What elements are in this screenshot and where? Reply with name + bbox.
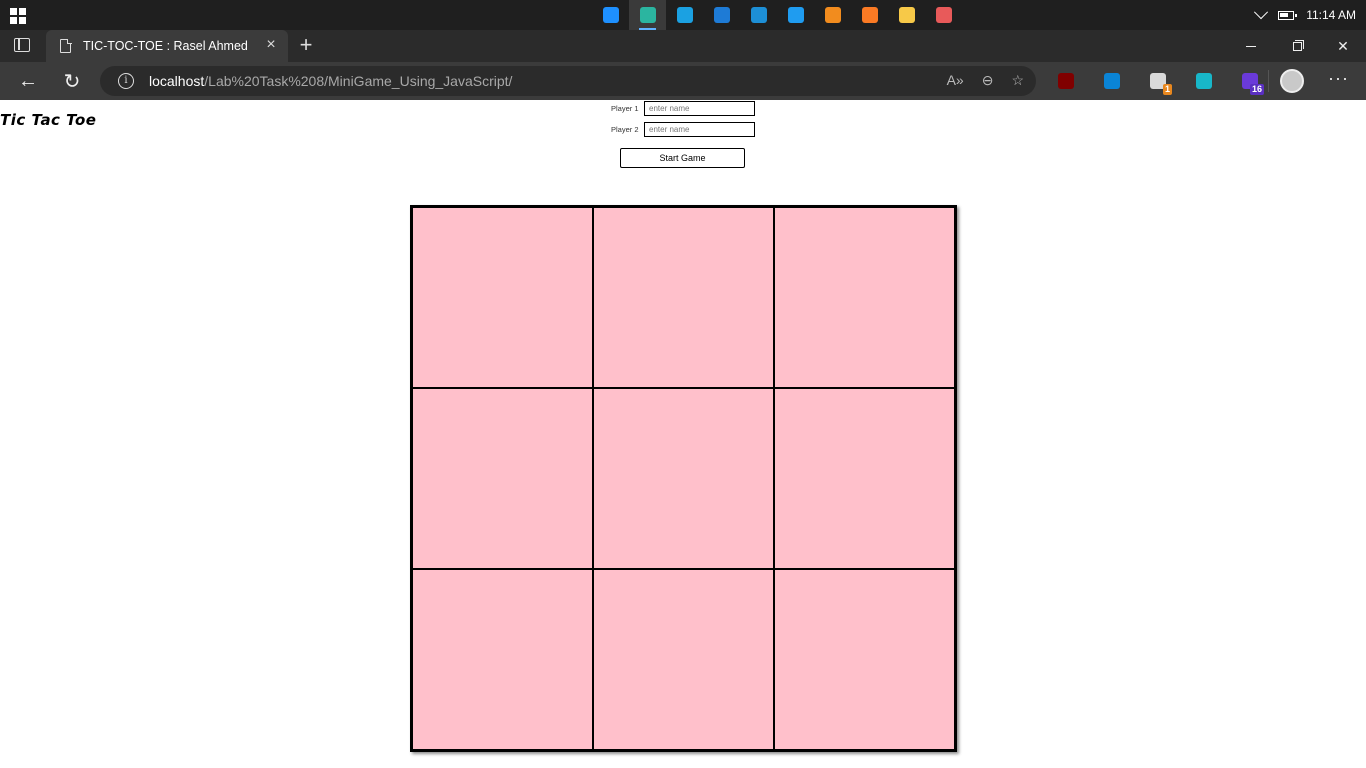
battery-icon[interactable] bbox=[1278, 10, 1298, 20]
url-host: localhost bbox=[149, 73, 205, 89]
board-cell-2[interactable] bbox=[593, 207, 774, 388]
browser-tab[interactable]: TIC-TOC-TOE : Rasel Ahmed × bbox=[46, 30, 288, 62]
board-cell-5[interactable] bbox=[593, 388, 774, 569]
board-cell-1[interactable] bbox=[412, 207, 593, 388]
extension-button-extension-badge[interactable]: 1 bbox=[1146, 69, 1172, 95]
address-bar[interactable]: i localhost/Lab%20Task%208/MiniGame_Usin… bbox=[100, 66, 1036, 96]
extension-button-quick-share[interactable] bbox=[1192, 69, 1216, 93]
add-favorite-icon[interactable]: ☆ bbox=[1011, 72, 1024, 89]
extension-badge: 1 bbox=[1162, 84, 1172, 95]
board-cell-9[interactable] bbox=[774, 569, 955, 750]
player1-label: Player 1 bbox=[611, 104, 639, 113]
taskbar-app-paint[interactable] bbox=[925, 0, 962, 30]
close-tab-icon[interactable]: × bbox=[264, 37, 278, 53]
ublock-origin-icon bbox=[1058, 73, 1074, 89]
window-controls: ✕ bbox=[1228, 30, 1366, 62]
taskbar-app-xampp[interactable] bbox=[851, 0, 888, 30]
new-tab-icon[interactable]: + bbox=[296, 34, 316, 56]
back-button[interactable]: ← bbox=[16, 69, 40, 93]
board-cell-7[interactable] bbox=[412, 569, 593, 750]
tab-actions-icon[interactable] bbox=[14, 38, 30, 52]
taskbar-app-camera[interactable] bbox=[740, 0, 777, 30]
player2-label: Player 2 bbox=[611, 125, 639, 134]
close-icon: ✕ bbox=[1337, 37, 1349, 54]
toolbar-divider bbox=[1268, 70, 1269, 92]
profile-avatar[interactable] bbox=[1280, 69, 1304, 93]
taskbar-app-task-view[interactable] bbox=[592, 0, 629, 30]
refresh-icon: ↻ bbox=[63, 70, 81, 93]
more-options-icon[interactable]: ··· bbox=[1328, 68, 1349, 89]
extension-badge: 16 bbox=[1249, 84, 1264, 95]
tab-title: TIC-TOC-TOE : Rasel Ahmed bbox=[83, 39, 248, 53]
sublime-text-icon bbox=[824, 7, 841, 23]
board-cell-6[interactable] bbox=[774, 388, 955, 569]
read-aloud-icon[interactable]: A» bbox=[947, 72, 964, 89]
page-title: Tic Tac Toe bbox=[0, 111, 97, 129]
tic-tac-toe-board bbox=[410, 205, 957, 752]
board-cell-3[interactable] bbox=[774, 207, 955, 388]
windows-taskbar: 11:14 AM bbox=[0, 0, 1366, 30]
back-arrow-icon: ← bbox=[18, 69, 38, 92]
refresh-button[interactable]: ↻ bbox=[60, 69, 84, 93]
clock[interactable]: 11:14 AM bbox=[1306, 8, 1356, 22]
taskbar-app-vscode[interactable] bbox=[777, 0, 814, 30]
taskbar-app-remote-desktop[interactable] bbox=[703, 0, 740, 30]
extension-button-purple-extension[interactable]: 16 bbox=[1238, 69, 1264, 95]
player2-name-input[interactable] bbox=[644, 122, 755, 137]
quick-assist-icon bbox=[676, 7, 693, 23]
file-explorer-icon bbox=[898, 7, 915, 23]
extension-button-ublock-origin[interactable] bbox=[1054, 69, 1078, 93]
edge-icon bbox=[639, 7, 656, 23]
extensions-bar: 1 16 bbox=[1054, 69, 1264, 95]
player2-row: Player 2 bbox=[611, 122, 755, 137]
zoom-out-icon[interactable]: ⊖ bbox=[982, 72, 994, 89]
xampp-icon bbox=[861, 7, 878, 23]
quick-share-icon bbox=[1196, 73, 1212, 89]
tab-strip: TIC-TOC-TOE : Rasel Ahmed × + ✕ bbox=[0, 30, 1366, 62]
player1-name-input[interactable] bbox=[644, 101, 755, 116]
close-window-button[interactable]: ✕ bbox=[1320, 30, 1366, 62]
page-content: Tic Tac Toe Player 1 Player 2 Start Game bbox=[0, 100, 1366, 768]
board-cell-8[interactable] bbox=[593, 569, 774, 750]
system-tray: 11:14 AM bbox=[1254, 0, 1356, 30]
board-cell-4[interactable] bbox=[412, 388, 593, 569]
minimize-button[interactable] bbox=[1228, 30, 1274, 62]
start-game-button[interactable]: Start Game bbox=[620, 148, 745, 168]
taskbar-app-sublime-text[interactable] bbox=[814, 0, 851, 30]
task-view-icon bbox=[602, 7, 619, 23]
extension-button-skype-s[interactable] bbox=[1100, 69, 1124, 93]
minimize-icon bbox=[1246, 45, 1256, 47]
skype-s-icon bbox=[1104, 73, 1120, 89]
player1-row: Player 1 bbox=[611, 101, 755, 116]
taskbar-apps bbox=[592, 0, 962, 30]
paint-icon bbox=[935, 7, 952, 23]
browser-toolbar: ← ↻ i localhost/Lab%20Task%208/MiniGame_… bbox=[0, 62, 1366, 100]
taskbar-app-quick-assist[interactable] bbox=[666, 0, 703, 30]
chevron-up-icon[interactable] bbox=[1254, 5, 1269, 20]
site-info-icon[interactable]: i bbox=[118, 73, 134, 89]
remote-desktop-icon bbox=[713, 7, 730, 23]
address-bar-actions: A» ⊖ ☆ bbox=[947, 72, 1024, 89]
restore-icon bbox=[1292, 39, 1304, 51]
url-path: /Lab%20Task%208/MiniGame_Using_JavaScrip… bbox=[204, 73, 513, 89]
windows-start-icon[interactable] bbox=[10, 8, 26, 24]
vscode-icon bbox=[787, 7, 804, 23]
page-favicon-icon bbox=[60, 38, 72, 53]
taskbar-app-edge[interactable] bbox=[629, 0, 666, 30]
restore-button[interactable] bbox=[1274, 30, 1320, 62]
camera-icon bbox=[750, 7, 767, 23]
taskbar-app-file-explorer[interactable] bbox=[888, 0, 925, 30]
